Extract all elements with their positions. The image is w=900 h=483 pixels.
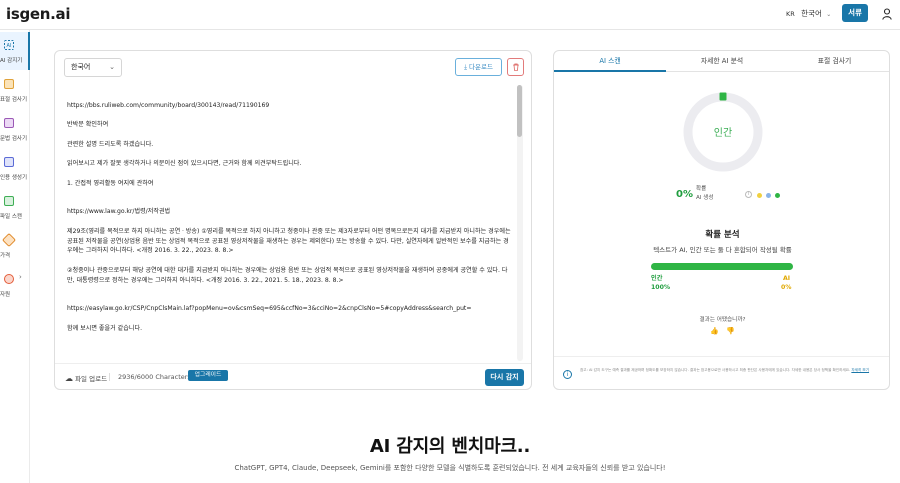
sidebar-item-label: 자원 xyxy=(0,292,11,298)
sidebar-item-label: 인용 생성기 xyxy=(0,175,28,181)
character-count: 2936/6000 Characters xyxy=(109,373,191,381)
text-paragraph: 함께 보시면 좋을거 같습니다. xyxy=(67,324,143,332)
ai-percent-label-line2: AI 생성 xyxy=(696,195,714,201)
ai-percent-label: 확률 AI 생성 xyxy=(696,185,714,203)
legend-dot-human xyxy=(775,193,780,198)
ai-label: AI xyxy=(783,275,791,282)
ai-detector-icon: AI xyxy=(4,40,14,50)
human-percent: 100% xyxy=(651,284,671,291)
editor-card: 한국어 ⌄ ⤓ 다운로드 https://bbs.ruliweb.com/com… xyxy=(54,50,532,390)
probability-analysis-subtitle: 텍스트가 AI, 인간 또는 둘 다 혼합되어 작성될 확률 xyxy=(653,246,792,254)
sidebar: AI AI 감지기 표절 검사기 문법 검사기 인용 생성기 파일 스캔 가격 … xyxy=(0,30,30,483)
language-label: 한국어 xyxy=(801,9,822,18)
language-dropdown[interactable]: 한국어 ⌄ xyxy=(64,58,122,77)
donut-label: 인간 xyxy=(713,128,733,139)
trash-icon xyxy=(512,63,519,71)
editor-footer: ☁ 파일 업로드 2936/6000 Characters 업그레이드 다시 감… xyxy=(55,363,531,389)
sidebar-item-label: 가격 xyxy=(0,253,11,259)
chevron-down-icon: ⌄ xyxy=(826,11,832,18)
result-tabs: AI 스캔 자세한 AI 분석 표절 검사기 xyxy=(554,51,889,72)
ai-percent: 0% xyxy=(781,284,792,291)
sidebar-item-file-scan[interactable]: 파일 스캔 xyxy=(0,188,30,226)
tab-plagiarism-checker[interactable]: 표절 검사기 xyxy=(778,51,889,72)
text-paragraph: 반박문 확인하여 xyxy=(67,121,109,129)
file-scan-icon xyxy=(4,196,14,206)
disclaimer-link[interactable]: 자세히 보기 xyxy=(851,368,869,372)
info-icon: i xyxy=(563,370,572,379)
text-paragraph: https://bbs.ruliweb.com/community/board/… xyxy=(67,102,270,109)
user-icon[interactable] xyxy=(882,8,892,20)
text-paragraph: ②청중이나 관중으로부터 해당 공연에 대한 대가를 지급받지 아니하는 경우에… xyxy=(67,266,508,284)
language-dropdown-value: 한국어 xyxy=(71,63,91,71)
tab-ai-scan[interactable]: AI 스캔 xyxy=(554,51,666,72)
file-upload-label: 파일 업로드 xyxy=(75,375,108,383)
disclaimer-text: 참고: AI 감지 도구는 예측 결과를 제공하며 정확도를 보장하지 않습니다… xyxy=(580,368,880,374)
text-paragraph: 읽어보시고 제가 잘못 생각하거나 의문이신 점이 있으시다면, 근거와 함께 … xyxy=(67,160,302,168)
thumbs-down-icon[interactable]: 👎 xyxy=(726,327,735,335)
language-selector[interactable]: KR 한국어 ⌄ xyxy=(786,8,831,19)
text-paragraph: 관련한 설명 드리도록 하겠습니다. xyxy=(67,140,154,148)
download-label: 다운로드 xyxy=(469,63,493,71)
sidebar-item-grammar[interactable]: 문법 검사기 xyxy=(0,110,30,148)
result-panel: AI 스캔 자세한 AI 분석 표절 검사기 인간 0% 확률 AI 생성 i … xyxy=(553,50,890,390)
sidebar-item-citation[interactable]: 인용 생성기 xyxy=(0,149,30,187)
benchmark-title: AI 감지의 벤치마크.. xyxy=(369,436,531,457)
disclaimer-footer: i 참고: AI 감지 도구는 예측 결과를 제공하며 정확도를 보장하지 않습… xyxy=(554,356,889,389)
upgrade-button[interactable]: 업그레이드 xyxy=(188,370,228,381)
disclaimer-body: 참고: AI 감지 도구는 예측 결과를 제공하며 정확도를 보장하지 않습니다… xyxy=(580,368,851,372)
file-upload-button[interactable]: ☁ 파일 업로드 xyxy=(65,373,107,383)
sidebar-item-pricing[interactable]: 가격 xyxy=(0,227,30,265)
ai-percent-value: 0% xyxy=(676,189,693,200)
download-button[interactable]: ⤓ 다운로드 xyxy=(455,58,502,76)
chevron-right-icon: › xyxy=(19,273,22,281)
logo[interactable]: isgen.ai xyxy=(6,5,71,23)
info-icon[interactable]: i xyxy=(745,191,752,198)
text-input-area[interactable]: https://bbs.ruliweb.com/community/board/… xyxy=(67,101,512,359)
thumbs-up-icon[interactable]: 👍 xyxy=(710,327,719,335)
sidebar-item-label: 표절 검사기 xyxy=(0,97,28,103)
probability-bar-fill xyxy=(651,263,793,270)
signin-button[interactable]: 서류 xyxy=(842,4,868,22)
grammar-icon xyxy=(4,118,14,128)
probability-bar xyxy=(651,263,793,270)
legend-dot-mixed xyxy=(757,193,762,198)
chevron-down-icon: ⌄ xyxy=(109,63,115,71)
cloud-upload-icon: ☁ xyxy=(65,374,73,383)
text-scrollbar[interactable] xyxy=(517,85,523,361)
benchmark-subtitle: ChatGPT, GPT4, Claude, Deepseek, Gemini를… xyxy=(234,464,666,472)
recheck-button[interactable]: 다시 감지 xyxy=(485,369,524,386)
plagiarism-icon xyxy=(4,79,14,89)
download-icon: ⤓ xyxy=(464,63,467,71)
svg-text:AI: AI xyxy=(7,43,12,49)
probability-analysis-title: 확률 분석 xyxy=(705,230,740,240)
text-paragraph: https://easylaw.go.kr/CSP/CnpClsMain.laf… xyxy=(67,305,472,313)
resources-icon xyxy=(4,274,14,284)
sidebar-item-label: AI 감지기 xyxy=(0,58,23,64)
tab-detailed-ai-analysis[interactable]: 자세한 AI 분석 xyxy=(666,51,778,72)
sidebar-item-ai-detector[interactable]: AI AI 감지기 xyxy=(0,32,30,70)
feedback-prompt: 결과는 어땠습니까? xyxy=(699,317,746,323)
citation-icon xyxy=(4,157,14,167)
text-paragraph: https://www.law.go.kr/법령/저작권법 xyxy=(67,208,171,216)
sidebar-item-label: 문법 검사기 xyxy=(0,136,28,142)
scrollbar-thumb[interactable] xyxy=(517,85,522,137)
top-bar: isgen.ai KR 한국어 ⌄ 서류 xyxy=(0,0,900,30)
delete-button[interactable] xyxy=(507,58,524,76)
text-paragraph: 1. 간접적 영리활동 여지에 관하여 xyxy=(67,179,154,187)
sidebar-item-label: 파일 스캔 xyxy=(0,214,22,220)
text-paragraph: 제29조(영리를 목적으로 하지 아니하는 공연ㆍ방송) ①영리를 목적으로 하… xyxy=(67,227,511,255)
sidebar-item-resources[interactable]: › 자원 xyxy=(0,266,30,304)
legend-dot-ai xyxy=(766,193,771,198)
human-label: 인간 xyxy=(651,275,663,282)
ai-percent-label-line1: 확률 xyxy=(696,186,707,192)
pricing-tag-icon xyxy=(1,232,17,248)
sidebar-item-plagiarism[interactable]: 표절 검사기 xyxy=(0,71,30,109)
language-code: KR xyxy=(786,10,795,18)
